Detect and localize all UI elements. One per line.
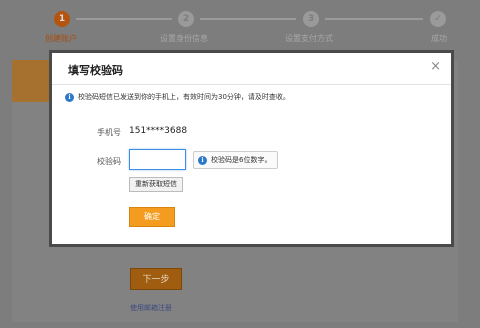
step-connector	[200, 18, 296, 20]
dialog-title: 填写校验码	[68, 64, 123, 77]
sms-notice: i 校验码短信已发送到你的手机上，有效时间为30分钟，请及时查收。	[65, 92, 290, 102]
info-icon: i	[65, 92, 74, 102]
step-2-label: 设置身份信息	[160, 34, 208, 43]
code-label: 校验码	[97, 157, 121, 166]
resend-sms-button[interactable]: 重新获取短信	[129, 177, 183, 192]
progress-steps: 1 2 3 ✓ 创建账户 设置身份信息 设置支付方式 成功	[0, 0, 480, 48]
step-3-icon: 3	[303, 11, 319, 27]
close-icon[interactable]: ×	[430, 59, 441, 74]
next-step-button[interactable]: 下一步	[130, 268, 182, 290]
form-tab	[12, 60, 52, 102]
step-2-icon: 2	[178, 11, 194, 27]
confirm-button[interactable]: 确定	[129, 207, 175, 227]
step-4-label: 成功	[431, 34, 447, 43]
notice-text: 校验码短信已发送到你的手机上，有效时间为30分钟，请及时查收。	[78, 93, 290, 101]
step-1-icon: 1	[54, 11, 70, 27]
phone-label: 手机号	[97, 128, 121, 137]
verification-dialog: 填写校验码 × i 校验码短信已发送到你的手机上，有效时间为30分钟，请及时查收…	[49, 50, 454, 247]
code-hint: i 校验码是6位数字。	[193, 151, 279, 169]
step-connector	[325, 18, 423, 20]
email-register-link[interactable]: 使用邮箱注册	[130, 303, 172, 313]
phone-number: 151****3688	[129, 126, 188, 136]
step-connector	[76, 18, 172, 20]
step-1-label: 创建账户	[45, 34, 77, 43]
dialog-header: 填写校验码 ×	[52, 53, 451, 85]
step-3-label: 设置支付方式	[285, 34, 333, 43]
code-input[interactable]	[129, 149, 186, 170]
info-icon: i	[198, 155, 207, 165]
code-hint-text: 校验码是6位数字。	[211, 156, 272, 164]
step-done-icon: ✓	[430, 11, 446, 27]
